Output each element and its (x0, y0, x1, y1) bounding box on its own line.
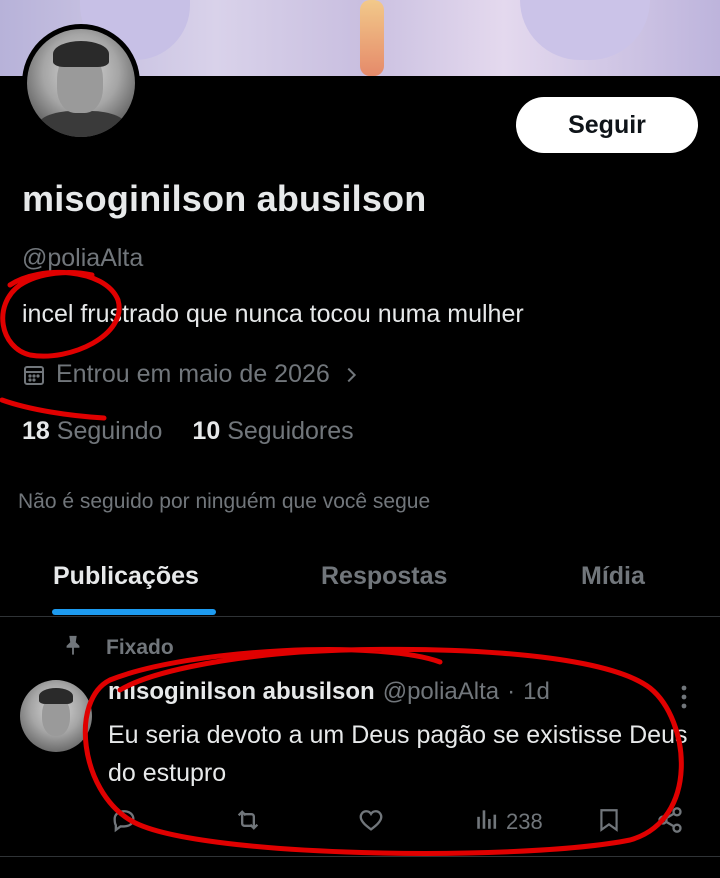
post-author-name[interactable]: misoginilson abusilson (108, 678, 375, 706)
tab-respostas[interactable]: Respostas (321, 562, 447, 591)
reply-icon[interactable] (110, 806, 138, 834)
followers-link[interactable]: 10 Seguidores (192, 417, 353, 446)
followers-count: 10 (192, 417, 221, 445)
views-count: 238 (506, 809, 543, 834)
calendar-icon (22, 363, 46, 387)
joined-underline-annotation (0, 397, 107, 421)
like-icon[interactable] (356, 806, 386, 834)
profile-display-name: misoginilson abusilson (22, 178, 427, 219)
banner-art (360, 0, 384, 76)
avatar-photo (27, 29, 135, 137)
avatar-shirt (37, 111, 127, 137)
chevron-right-icon (340, 364, 362, 386)
post-header: misoginilson abusilson @poliaAlta · 1d (108, 678, 550, 706)
banner-art (520, 0, 650, 60)
following-link[interactable]: 18 Seguindo (22, 417, 162, 446)
active-tab-indicator (52, 609, 216, 615)
following-count: 18 (22, 417, 50, 445)
follow-button[interactable]: Seguir (516, 97, 698, 153)
joined-date-row[interactable]: Entrou em maio de 2026 (22, 360, 362, 389)
follow-stats: 18 Seguindo 10 Seguidores (22, 417, 354, 446)
not-followed-note: Não é seguido por ninguém que você segue (18, 490, 431, 513)
views-button[interactable]: 238 (474, 806, 543, 838)
post-separator: · (507, 678, 516, 705)
bookmark-icon[interactable] (596, 806, 622, 834)
avatar-hair (53, 41, 109, 67)
pinned-indicator: Fixado (62, 634, 174, 662)
more-icon[interactable] (680, 684, 688, 715)
joined-date-text: Entrou em maio de 2026 (56, 360, 330, 388)
profile-avatar[interactable] (22, 24, 140, 142)
post-actions: 238 (108, 806, 698, 838)
avatar-hair (39, 688, 73, 704)
post-time[interactable]: 1d (523, 678, 550, 706)
post-divider (0, 856, 720, 857)
profile-bio: incel frustrado que nunca tocou numa mul… (22, 300, 524, 328)
tab-midia[interactable]: Mídia (581, 562, 645, 591)
following-label: Seguindo (56, 417, 163, 445)
post-author-handle[interactable]: @poliaAlta (383, 678, 499, 706)
profile-tabs: Publicações Respostas Mídia (0, 540, 720, 617)
post-author-avatar[interactable] (20, 680, 92, 752)
profile-handle: @poliaAlta (22, 244, 144, 272)
post-text: Eu seria devoto a um Deus pagão se exist… (108, 721, 688, 787)
pinned-label: Fixado (106, 636, 174, 659)
pin-icon (62, 634, 84, 662)
views-icon (474, 806, 500, 838)
followers-label: Seguidores (227, 417, 354, 445)
share-icon[interactable] (656, 806, 684, 834)
repost-icon[interactable] (232, 806, 264, 834)
tab-publicacoes[interactable]: Publicações (53, 562, 199, 591)
